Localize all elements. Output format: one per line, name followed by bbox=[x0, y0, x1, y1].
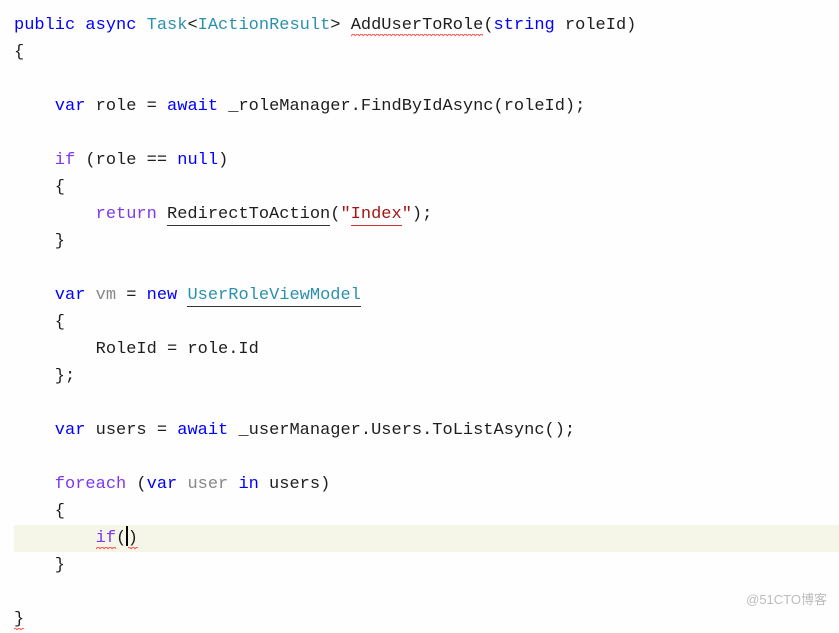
keyword-if: if bbox=[96, 529, 116, 551]
code-line-blank[interactable] bbox=[14, 66, 839, 93]
code-line[interactable]: }; bbox=[14, 363, 839, 390]
code-line[interactable]: { bbox=[14, 174, 839, 201]
method-redirect: RedirectToAction bbox=[167, 205, 330, 226]
watermark-text: @51CTO博客 bbox=[746, 589, 827, 608]
type-task: Task bbox=[147, 16, 188, 35]
code-line[interactable]: var users = await _userManager.Users.ToL… bbox=[14, 417, 839, 444]
variable-vm: vm bbox=[96, 286, 116, 305]
string-index: Index bbox=[351, 205, 402, 226]
code-line-active[interactable]: if() bbox=[14, 525, 839, 552]
code-line[interactable]: public async Task<IActionResult> AddUser… bbox=[14, 12, 839, 39]
code-line-blank[interactable] bbox=[14, 120, 839, 147]
keyword-public: public bbox=[14, 16, 75, 35]
code-line[interactable]: foreach (var user in users) bbox=[14, 471, 839, 498]
code-line[interactable]: var role = await _roleManager.FindByIdAs… bbox=[14, 93, 839, 120]
code-line-blank[interactable] bbox=[14, 255, 839, 282]
code-line[interactable]: return RedirectToAction("Index"); bbox=[14, 201, 839, 228]
keyword-string: string bbox=[494, 16, 555, 35]
keyword-new: new bbox=[147, 286, 178, 305]
keyword-await: await bbox=[167, 97, 218, 116]
code-line-blank[interactable] bbox=[14, 444, 839, 471]
keyword-in: in bbox=[238, 475, 258, 494]
type-viewmodel: UserRoleViewModel bbox=[187, 286, 360, 307]
code-line-blank[interactable] bbox=[14, 579, 839, 606]
keyword-if: if bbox=[14, 151, 75, 170]
code-line-blank[interactable] bbox=[14, 390, 839, 417]
keyword-var: var bbox=[14, 286, 85, 305]
code-line[interactable]: RoleId = role.Id bbox=[14, 336, 839, 363]
keyword-var: var bbox=[14, 97, 85, 116]
code-line[interactable]: } bbox=[14, 606, 839, 633]
keyword-var: var bbox=[14, 421, 85, 440]
code-editor[interactable]: public async Task<IActionResult> AddUser… bbox=[0, 4, 839, 633]
code-line[interactable]: var vm = new UserRoleViewModel bbox=[14, 282, 839, 309]
keyword-foreach: foreach bbox=[14, 475, 126, 494]
keyword-await: await bbox=[177, 421, 228, 440]
code-line[interactable]: } bbox=[14, 552, 839, 579]
method-name: AddUserToRole bbox=[351, 16, 484, 38]
code-line[interactable]: { bbox=[14, 498, 839, 525]
variable-user: user bbox=[187, 475, 228, 494]
code-line[interactable]: { bbox=[14, 39, 839, 66]
keyword-async: async bbox=[85, 16, 136, 35]
code-line[interactable]: { bbox=[14, 309, 839, 336]
type-iactionresult: IActionResult bbox=[198, 16, 331, 35]
keyword-null: null bbox=[177, 151, 218, 170]
code-line[interactable]: } bbox=[14, 228, 839, 255]
keyword-var: var bbox=[147, 475, 178, 494]
keyword-return: return bbox=[14, 205, 157, 224]
code-line[interactable]: if (role == null) bbox=[14, 147, 839, 174]
